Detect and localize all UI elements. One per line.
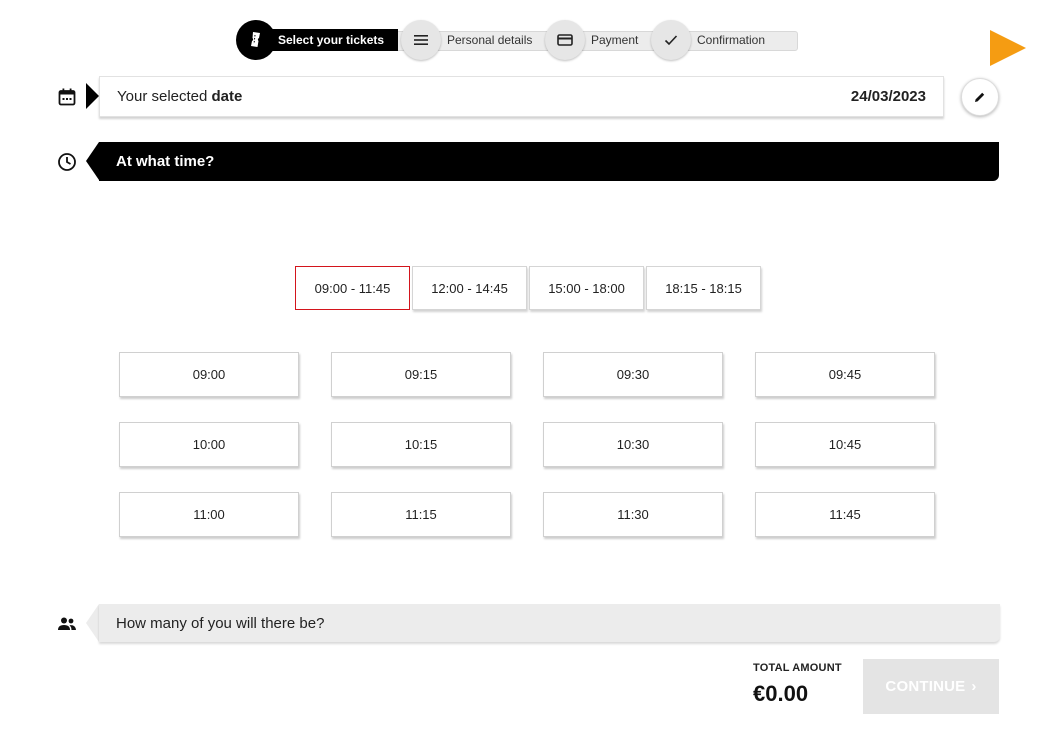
time-header-notch [86, 142, 99, 180]
time-slot-button[interactable]: 10:30 [543, 422, 723, 467]
continue-button-label: CONTINUE [885, 678, 966, 695]
ticket-icon [236, 20, 276, 60]
selected-date-label: Your selected date [117, 88, 242, 105]
continue-button[interactable]: CONTINUE › [863, 659, 999, 714]
step-confirmation[interactable]: Confirmation [651, 20, 765, 60]
time-slot-button[interactable]: 10:00 [119, 422, 299, 467]
time-slot-grid: 09:00 09:15 09:30 09:45 10:00 10:15 10:3… [119, 352, 935, 537]
time-slot-button[interactable]: 10:45 [755, 422, 935, 467]
time-range-tab[interactable]: 18:15 - 18:15 [646, 266, 761, 310]
step-payment[interactable]: Payment [545, 20, 638, 60]
date-pointer-arrow [86, 83, 99, 109]
total-amount-label: TOTAL AMOUNT [753, 662, 842, 674]
people-section-header[interactable]: How many of you will there be? [99, 604, 1000, 642]
menu-icon [401, 20, 441, 60]
step-label: Select your tickets [272, 29, 399, 51]
people-icon [56, 613, 78, 635]
step-label: Confirmation [697, 33, 766, 47]
time-slot-button[interactable]: 09:00 [119, 352, 299, 397]
selected-date-box: Your selected date 24/03/2023 [99, 76, 944, 117]
time-slot-button[interactable]: 09:30 [543, 352, 723, 397]
credit-card-icon [545, 20, 585, 60]
pencil-icon [975, 92, 985, 102]
time-slot-button[interactable]: 09:15 [331, 352, 511, 397]
time-section-header: At what time? [99, 142, 999, 181]
check-icon [651, 20, 691, 60]
play-icon[interactable] [990, 30, 1026, 66]
calendar-icon [56, 86, 78, 108]
time-range-tab[interactable]: 12:00 - 14:45 [412, 266, 527, 310]
time-range-tabs: 09:00 - 11:45 12:00 - 14:45 15:00 - 18:0… [295, 266, 761, 310]
time-range-tab[interactable]: 09:00 - 11:45 [295, 266, 410, 310]
time-slot-button[interactable]: 09:45 [755, 352, 935, 397]
time-slot-button[interactable]: 11:00 [119, 492, 299, 537]
selected-date-value: 24/03/2023 [850, 88, 926, 105]
time-slot-button[interactable]: 10:15 [331, 422, 511, 467]
step-label: Personal details [447, 33, 533, 47]
edit-date-button[interactable] [961, 78, 999, 116]
selected-date-label-prefix: Your selected [117, 88, 212, 105]
step-select-tickets[interactable]: Select your tickets [236, 20, 399, 60]
time-slot-button[interactable]: 11:45 [755, 492, 935, 537]
step-personal-details[interactable]: Personal details [401, 20, 532, 60]
time-range-tab[interactable]: 15:00 - 18:00 [529, 266, 644, 310]
people-section-notch [86, 604, 99, 642]
time-slot-button[interactable]: 11:15 [331, 492, 511, 537]
progress-stepper: Select your tickets Personal details Pay… [236, 20, 800, 60]
clock-icon [56, 151, 78, 173]
total-amount-value: €0.00 [753, 681, 809, 706]
selected-date-label-bold: date [211, 88, 243, 105]
step-label: Payment [591, 33, 639, 47]
chevron-right-icon: › [971, 678, 977, 695]
time-slot-button[interactable]: 11:30 [543, 492, 723, 537]
